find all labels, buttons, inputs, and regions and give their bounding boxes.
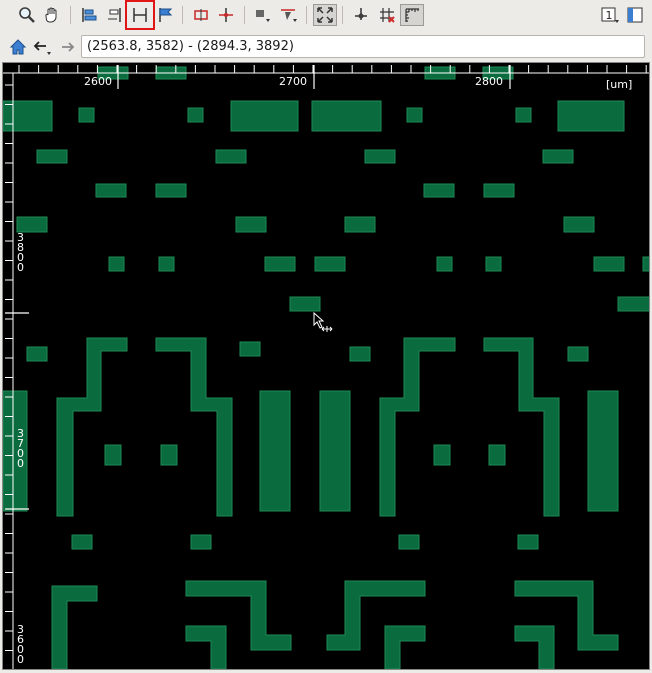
panel-toggle-button[interactable] [623, 3, 647, 27]
hand-icon [45, 7, 57, 23]
layout-rect [593, 256, 625, 272]
layout-rect [515, 107, 532, 123]
measure-icon [194, 9, 208, 21]
page-number-button[interactable]: 1 [598, 3, 622, 27]
layout-rect [36, 149, 68, 164]
back-button[interactable] [31, 35, 55, 59]
layout-rect [567, 346, 589, 362]
layout-rect [190, 534, 212, 550]
origin-icon [355, 8, 367, 20]
layout-rect [349, 346, 371, 362]
coordinate-field[interactable]: (2563.8, 3582) - (2894.3, 3892) [81, 35, 645, 58]
layout-rect [215, 149, 247, 164]
page-number-icon: 1 [601, 7, 619, 23]
layout-rect [517, 534, 539, 550]
layout-rect [264, 256, 296, 272]
layout-rect [311, 100, 382, 132]
svg-text:1: 1 [606, 9, 613, 22]
layout-rect [155, 183, 187, 198]
layout-rect [104, 444, 122, 466]
layout-rect [16, 216, 48, 233]
back-arrow-icon [33, 41, 51, 55]
layout-rect [406, 107, 423, 123]
layout-rect [488, 444, 506, 466]
align-center-icon [108, 8, 121, 22]
layout-rect [158, 256, 175, 272]
fit-view-icon [317, 7, 333, 23]
layer-select-button[interactable] [251, 3, 275, 27]
layout-canvas[interactable]: 2600 2700 2800 [um] 3800 3700 3600 [2, 62, 650, 670]
flag-icon [159, 8, 173, 22]
magnifier-icon [19, 7, 35, 23]
x-tick-label-2700: 2700 [279, 75, 307, 88]
layout-rect [235, 216, 267, 233]
layout-rect [563, 216, 595, 233]
grid-clear-icon [380, 8, 395, 23]
layout-rect [423, 183, 455, 198]
forward-arrow-icon [62, 42, 75, 52]
layout-rect [95, 183, 127, 198]
home-button[interactable] [6, 35, 30, 59]
measure-button[interactable] [189, 3, 213, 27]
ruler-toggle-icon [405, 8, 419, 22]
layout-rect [160, 444, 178, 466]
layout-rect [587, 390, 619, 512]
layout-rect [108, 256, 125, 272]
flag-button[interactable] [153, 3, 177, 27]
layout-rect [187, 107, 204, 123]
layout-rect [289, 296, 321, 312]
layout-rect [344, 216, 376, 233]
layout-rect [617, 296, 649, 312]
layout-rect [542, 149, 574, 164]
align-left-icon [82, 8, 97, 22]
grid-clear-button[interactable] [375, 3, 399, 27]
fit-view-button[interactable] [313, 4, 337, 26]
ruler-button[interactable] [125, 0, 155, 30]
layout-rect [436, 256, 453, 272]
layer-filter-icon [281, 9, 297, 22]
layout-rect [485, 256, 502, 272]
ruler-icon [133, 8, 147, 22]
pan-tool-button[interactable] [40, 3, 64, 27]
layout-rect [314, 256, 346, 272]
cursor-probe-button[interactable] [214, 3, 238, 27]
y-tick-label-3600: 3600 [17, 623, 24, 666]
layout-rect [319, 390, 351, 512]
layout-rect [364, 149, 396, 164]
panel-icon [627, 7, 643, 23]
toolbar: 1 [0, 0, 652, 31]
layer-select-icon [256, 10, 270, 22]
layout-rect [78, 107, 95, 123]
unit-label: [um] [606, 78, 632, 91]
layout-rect [483, 183, 515, 198]
ruler-toggle-button[interactable] [400, 4, 424, 26]
home-icon [9, 39, 27, 55]
origin-button[interactable] [349, 3, 373, 27]
layout-rect [239, 341, 261, 357]
align-center-button[interactable] [103, 3, 127, 27]
layout-rect [433, 444, 451, 466]
forward-button[interactable] [56, 35, 80, 59]
layout-rect [26, 346, 48, 362]
x-tick-label-2800: 2800 [475, 75, 503, 88]
y-tick-label-3700: 3700 [17, 427, 24, 470]
y-tick-label-3800: 3800 [17, 231, 24, 274]
layout-rect [398, 534, 420, 550]
probe-icon [219, 8, 233, 22]
layout-rect [557, 100, 625, 132]
layout-rect [642, 256, 649, 272]
layout-rect [3, 100, 53, 132]
layer-filter-button[interactable] [277, 3, 301, 27]
zoom-tool-button[interactable] [15, 3, 39, 27]
layout-rect [230, 100, 299, 132]
layout-rect [71, 534, 93, 550]
x-tick-label-2600: 2600 [84, 75, 112, 88]
layout-rect [259, 390, 291, 512]
align-left-button[interactable] [77, 3, 101, 27]
